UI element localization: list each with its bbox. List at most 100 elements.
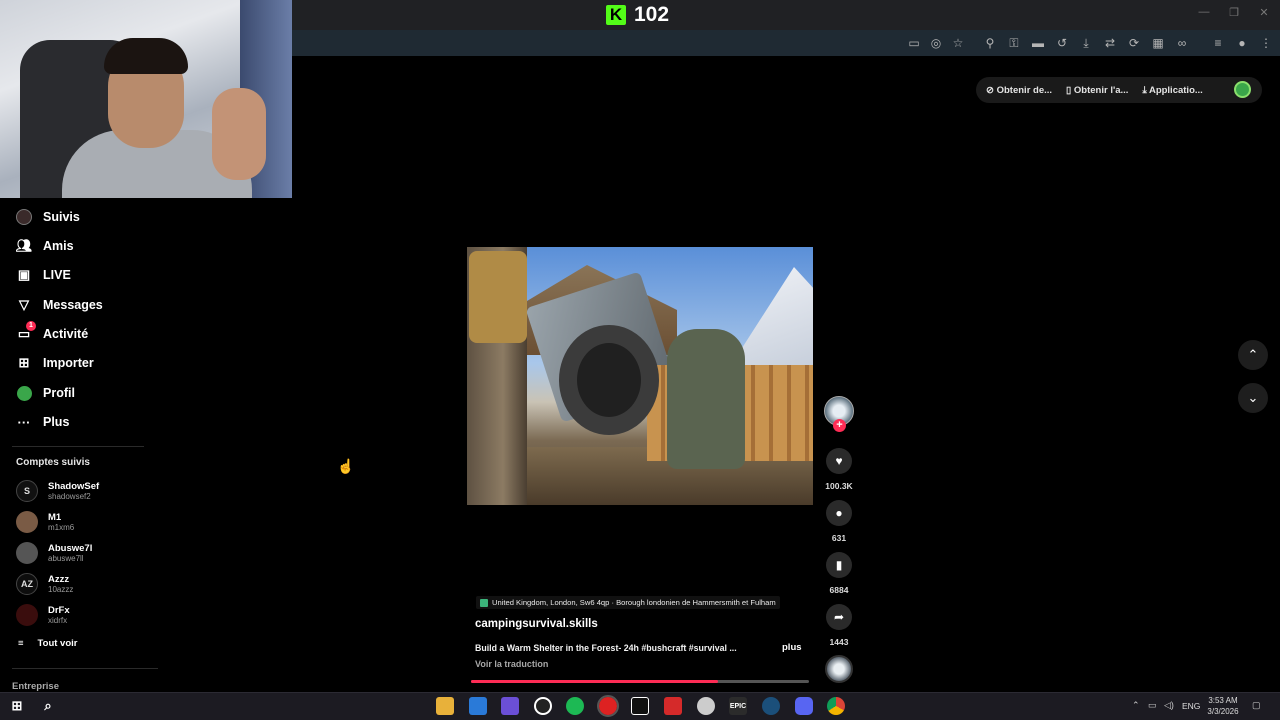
followed-account[interactable]: Abuswe7l abuswe7ll	[16, 542, 92, 564]
sidebar-item-more[interactable]: ··· Plus	[15, 411, 70, 433]
video-backpack	[469, 251, 527, 343]
desktop-app-button[interactable]: ⤓ Applicatio...	[1142, 85, 1202, 96]
translate-button[interactable]: Voir la traduction	[475, 659, 548, 669]
avatar	[16, 604, 38, 626]
network-icon[interactable]: ▭	[1148, 700, 1157, 711]
clock[interactable]: 3:53 AM 3/3/2026	[1204, 695, 1242, 717]
account-name: DrFx	[48, 604, 70, 616]
account-name: Azzz	[48, 573, 70, 585]
game-icon[interactable]	[501, 697, 519, 715]
comment-count: 631	[831, 533, 847, 543]
sidebar-item-friends[interactable]: 👥︎ Amis	[15, 235, 74, 257]
follow-plus-icon[interactable]: +	[833, 419, 846, 432]
steam-icon[interactable]	[762, 697, 780, 715]
see-all-label: Tout voir	[37, 638, 78, 649]
clock-time: 3:53 AM	[1208, 696, 1238, 705]
sidebar-item-activity[interactable]: ▭ 1 Activité	[15, 321, 88, 345]
obs-icon[interactable]	[534, 697, 552, 715]
video-author[interactable]: campingsurvival.skills	[475, 618, 598, 630]
get-coins-button[interactable]: ⊘ Obtenir de...	[986, 85, 1052, 96]
followed-account[interactable]: M1 m1xm6	[16, 511, 74, 533]
save-button[interactable]: ▮	[826, 552, 852, 578]
footer-section-title[interactable]: Entreprise	[12, 681, 59, 692]
store-icon[interactable]	[469, 697, 487, 715]
action-label: Obtenir l'a...	[1073, 84, 1129, 96]
user-avatar[interactable]	[1234, 81, 1251, 98]
minimize-icon[interactable]: —	[1194, 6, 1214, 22]
app-red-icon[interactable]	[664, 697, 682, 715]
card-icon[interactable]: ▬	[1030, 35, 1046, 51]
sidebar-item-label: Importer	[43, 356, 94, 370]
link-icon[interactable]: ∞	[1174, 35, 1190, 51]
apps-grid-icon[interactable]: ▦	[1150, 35, 1166, 51]
sidebar-item-label: Amis	[43, 239, 74, 253]
following-accounts-title: Comptes suivis	[16, 457, 90, 468]
following-icon	[15, 208, 33, 226]
sidebar-item-upload[interactable]: ⊞ Importer	[15, 352, 94, 374]
get-app-button[interactable]: ▯ Obtenir l'a...	[1066, 85, 1128, 96]
eye-off-icon[interactable]: ◎	[928, 35, 944, 51]
download-toolbar-icon[interactable]: ⤓	[1078, 35, 1094, 51]
sidebar-item-following[interactable]: Suivis	[15, 206, 80, 228]
webcam-person-hand	[212, 88, 266, 180]
account-handle: abuswe7ll	[48, 553, 84, 563]
search-icon[interactable]: ⌕	[39, 697, 57, 715]
extension-icon[interactable]: ⚲	[982, 35, 998, 51]
spotify-icon[interactable]	[566, 697, 584, 715]
see-all-button[interactable]: ≡ Tout voir	[18, 638, 77, 649]
notification-icon[interactable]: ▢	[1252, 700, 1261, 711]
capcut-icon[interactable]	[631, 697, 649, 715]
comment-icon: ●	[835, 506, 843, 520]
sidebar-item-messages[interactable]: ▽ Messages	[15, 294, 103, 316]
epic-games-icon[interactable]: EPIC	[729, 697, 747, 715]
like-button[interactable]: ♥	[826, 448, 852, 474]
comment-button[interactable]: ●	[826, 500, 852, 526]
followed-account[interactable]: DrFx xidrfx	[16, 604, 70, 626]
video-player[interactable]	[467, 247, 813, 505]
followed-account[interactable]: S ShadowSef shadowsef2	[16, 480, 99, 502]
file-explorer-icon[interactable]	[436, 697, 454, 715]
sidebar-divider	[12, 446, 144, 447]
reading-list-icon[interactable]: ≡	[1210, 35, 1226, 51]
language-indicator[interactable]: ENG	[1182, 701, 1200, 711]
restore-icon[interactable]: ❐	[1224, 6, 1244, 22]
share-button[interactable]: ➦	[826, 604, 852, 630]
app-circle-icon[interactable]	[697, 697, 715, 715]
followed-account[interactable]: AZ Azzz 10azzz	[16, 573, 73, 595]
browser-menu-icon[interactable]: ⋮	[1258, 35, 1274, 51]
bookmark-icon: ▮	[835, 558, 843, 572]
close-window-icon[interactable]: ✕	[1254, 6, 1274, 22]
save-count: 6884	[829, 585, 849, 595]
like-count: 100.3K	[825, 481, 853, 491]
hand-cursor-icon: ☝	[337, 458, 355, 474]
coin-icon: ⊘	[986, 84, 997, 96]
sidebar-item-label: Plus	[43, 415, 70, 429]
action-label: Obtenir de...	[996, 84, 1053, 96]
action-label: Applicatio...	[1148, 84, 1203, 96]
windows-start-icon[interactable]: ⊞	[8, 697, 26, 715]
music-disc-icon[interactable]	[825, 655, 853, 683]
browser-profile-icon[interactable]: ●	[1234, 35, 1250, 51]
location-tag[interactable]: United Kingdom, London, Sw6 4qp · Boroug…	[476, 596, 780, 609]
next-video-button[interactable]: ⌄	[1238, 383, 1268, 413]
bookmark-star-icon[interactable]: ☆	[950, 35, 966, 51]
chrome-red-icon[interactable]	[597, 695, 619, 717]
volume-icon[interactable]: ◁)	[1164, 700, 1174, 711]
account-name: ShadowSef	[48, 480, 100, 492]
password-key-icon[interactable]: ⚿	[1006, 35, 1022, 51]
chrome-icon[interactable]	[827, 697, 845, 715]
sidebar-item-profile[interactable]: Profil	[15, 382, 75, 404]
translate-icon[interactable]: ⇄	[1102, 35, 1118, 51]
previous-video-button[interactable]: ⌃	[1238, 340, 1268, 370]
history-icon[interactable]: ↺	[1054, 35, 1070, 51]
sidebar-item-label: Suivis	[43, 210, 80, 224]
more-description-button[interactable]: plus	[782, 642, 802, 653]
refresh-ext-icon[interactable]: ⟳	[1126, 35, 1142, 51]
friends-icon: 👥︎	[15, 238, 33, 253]
cast-icon[interactable]: ▭	[906, 35, 922, 51]
location-pin-icon	[480, 598, 488, 607]
sidebar-item-live[interactable]: ▣ LIVE	[15, 264, 71, 286]
avatar: S	[16, 480, 38, 502]
discord-icon[interactable]	[795, 697, 813, 715]
tray-chevron-icon[interactable]: ⌃	[1132, 700, 1140, 711]
